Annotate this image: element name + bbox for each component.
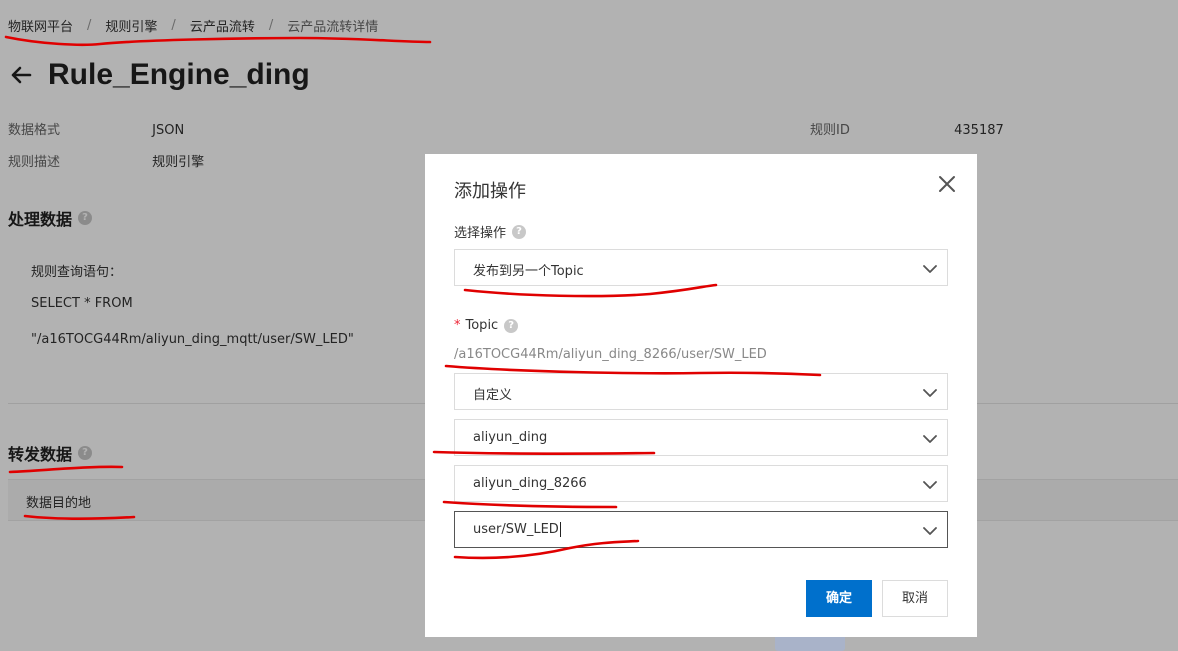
cancel-button[interactable]: 取消	[882, 580, 948, 617]
operation-select-value: 发布到另一个Topic	[473, 264, 584, 279]
topic-preview: /a16TOCG44Rm/aliyun_ding_8266/user/SW_LE…	[454, 347, 767, 362]
confirm-button[interactable]: 确定	[806, 580, 872, 617]
add-action-dialog: 添加操作 选择操作 ? 发布到另一个Topic * Topic ? /a16TO…	[425, 154, 977, 637]
text-cursor	[559, 522, 561, 537]
topic-label: * Topic ?	[454, 318, 519, 333]
device-value: aliyun_ding_8266	[473, 476, 587, 491]
topic-path-value: user/SW_LED	[473, 522, 561, 537]
topic-type-select[interactable]: 自定义	[454, 373, 948, 410]
chevron-down-icon	[923, 523, 937, 537]
operation-label-text: 选择操作	[454, 226, 507, 241]
chevron-down-icon	[923, 477, 937, 491]
dialog-title: 添加操作	[454, 181, 526, 202]
operation-select[interactable]: 发布到另一个Topic	[454, 249, 948, 286]
close-icon[interactable]	[937, 174, 957, 194]
required-mark: *	[454, 318, 461, 333]
operation-label: 选择操作 ?	[454, 222, 527, 241]
topic-label-text: Topic	[465, 318, 499, 333]
chevron-down-icon	[923, 385, 937, 399]
device-select[interactable]: aliyun_ding_8266	[454, 465, 948, 502]
rule-detail-page: 物联网平台 / 规则引擎 / 云产品流转 / 云产品流转详情 Rule_Engi…	[0, 0, 1178, 651]
question-circle-icon[interactable]: ?	[512, 224, 527, 239]
chevron-down-icon	[923, 431, 937, 445]
topic-path-text: user/SW_LED	[473, 522, 559, 537]
topic-path-input[interactable]: user/SW_LED	[454, 511, 948, 548]
product-value: aliyun_ding	[473, 430, 548, 445]
product-select[interactable]: aliyun_ding	[454, 419, 948, 456]
question-circle-icon[interactable]: ?	[504, 318, 519, 333]
chevron-down-icon	[923, 261, 937, 275]
topic-type-value: 自定义	[473, 388, 513, 403]
